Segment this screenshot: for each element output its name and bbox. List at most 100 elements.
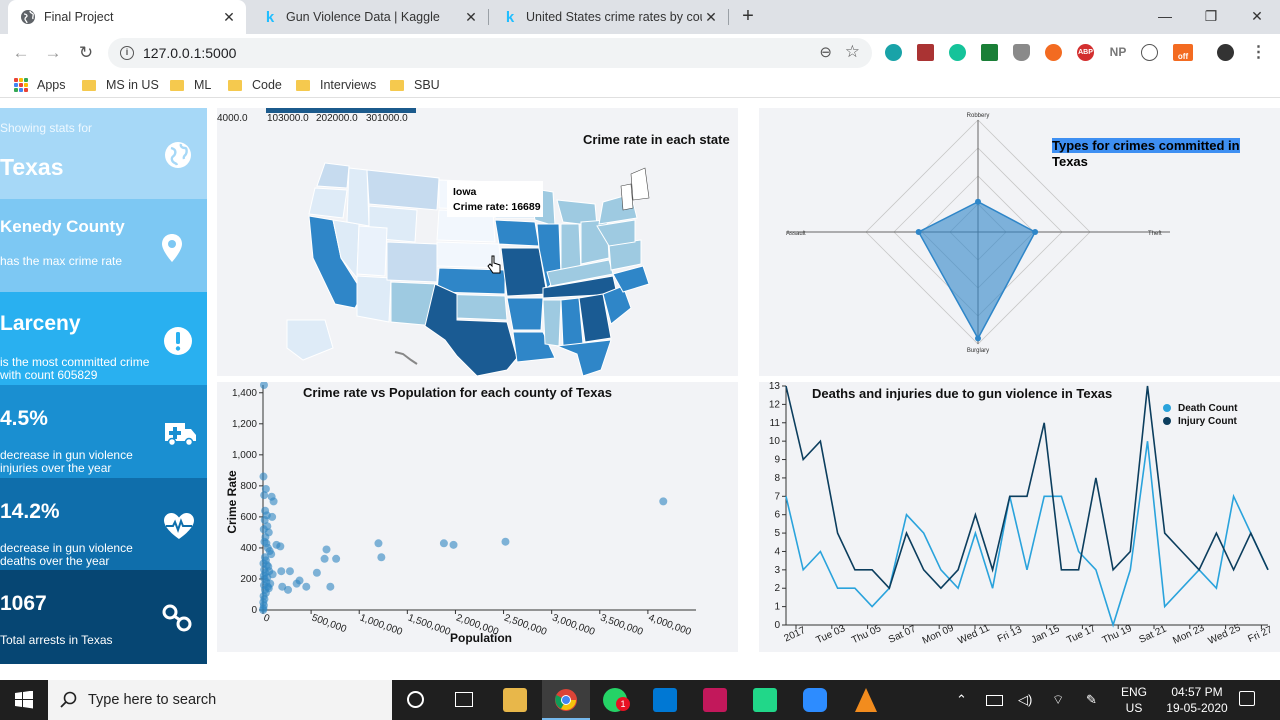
scatter-point — [259, 382, 268, 389]
volume-icon[interactable]: ◁) — [1018, 692, 1032, 708]
state-utah[interactable] — [356, 225, 388, 277]
map-panel: 4000.0 103000.0 202000.0 301000.0 Crime … — [217, 108, 738, 376]
x-tick-label: Fri 13 — [996, 624, 1024, 645]
whatsapp-icon[interactable]: 1 — [603, 688, 630, 712]
extension-pdf-icon[interactable] — [917, 44, 934, 61]
extension-np-icon[interactable]: NP — [1107, 44, 1129, 61]
scatter-chart: 0 500,000 1,000,000 1,500,000 2,000,000 2,500… — [225, 382, 696, 645]
file-explorer-icon[interactable] — [503, 688, 527, 712]
shield-icon[interactable] — [1013, 44, 1030, 61]
state-maine[interactable] — [630, 167, 650, 201]
us-map: 4000.0 103000.0 202000.0 301000.0 — [217, 108, 650, 376]
address-bar[interactable]: i 127.0.0.1:5000 ⊖ ☆ — [108, 38, 872, 68]
folder-icon — [228, 79, 242, 91]
tab-final-project[interactable]: Final Project ✕ — [8, 0, 246, 34]
windows-start-icon[interactable] — [15, 691, 33, 709]
radar-title: Types for crimes committed in Texas — [1052, 138, 1240, 170]
state-florida[interactable] — [556, 339, 612, 376]
stat-value: Texas — [0, 154, 64, 180]
bookmark-interviews[interactable]: Interviews — [296, 76, 376, 94]
bookmark-label: MS in US — [106, 78, 159, 92]
radar-axis-label: Theft — [1148, 231, 1162, 237]
adblock-icon[interactable]: ABP — [1077, 44, 1094, 61]
y-tick-label: 1 — [774, 602, 780, 613]
tab-kaggle-crime-rates[interactable]: k United States crime rates by cou ✕ — [490, 0, 728, 34]
extension-off-icon[interactable]: off — [1173, 44, 1193, 61]
scatter-point — [322, 545, 331, 554]
star-icon[interactable]: ☆ — [845, 42, 860, 62]
bookmark-ml[interactable]: ML — [170, 76, 211, 94]
vscode-icon[interactable] — [653, 688, 677, 712]
vlc-icon[interactable] — [855, 688, 877, 712]
forward-icon[interactable]: → — [42, 42, 64, 64]
state-iowa[interactable] — [494, 219, 540, 247]
y-tick-label: 600 — [240, 512, 257, 523]
state-arizona[interactable] — [356, 275, 392, 323]
close-icon[interactable]: ✕ — [702, 9, 720, 26]
state-new-england[interactable] — [620, 183, 634, 211]
chrome-taskbar-button[interactable] — [542, 680, 590, 720]
state-montana[interactable] — [366, 169, 440, 211]
bookmark-label: ML — [194, 78, 212, 92]
state-idaho[interactable] — [346, 167, 370, 227]
minimize-icon[interactable]: — — [1150, 4, 1180, 28]
state-arkansas[interactable] — [506, 297, 544, 331]
task-view-icon[interactable] — [455, 692, 473, 707]
back-icon[interactable]: ← — [10, 42, 32, 64]
state-alaska[interactable] — [286, 319, 334, 361]
state-washington[interactable] — [316, 162, 350, 189]
cortana-icon[interactable] — [407, 691, 424, 708]
zoom-app-icon[interactable] — [803, 688, 827, 712]
line-chart: 0123456789101112132017 Tue 03 Thu 05 Sat 07… — [769, 382, 1275, 647]
bookmark-code[interactable]: Code — [228, 76, 282, 94]
state-mississippi[interactable] — [542, 299, 562, 347]
legend-tick: 202000.0 — [316, 113, 358, 124]
state-colorado[interactable] — [386, 241, 438, 283]
extension-fire-icon[interactable] — [1045, 44, 1062, 61]
stat-card-arrests: 1067 Total arrests in Texas — [0, 570, 207, 664]
extension-m-icon[interactable] — [885, 44, 902, 61]
reload-icon[interactable]: ↻ — [75, 42, 97, 64]
language-indicator[interactable]: ENG US — [1121, 684, 1147, 716]
tooltip-value: Crime rate: 16689 — [453, 201, 541, 213]
extension-headset-icon[interactable] — [1141, 44, 1158, 61]
bookmark-sbu[interactable]: SBU — [390, 76, 440, 94]
bookmark-ms-in-us[interactable]: MS in US — [82, 76, 159, 94]
scatter-point — [439, 539, 448, 548]
battery-icon[interactable] — [986, 695, 1003, 706]
scatter-point — [501, 537, 510, 546]
notifications-icon[interactable] — [1239, 691, 1255, 706]
wifi-icon[interactable]: ⌔ — [1052, 692, 1064, 708]
chevron-up-icon[interactable]: ⌃ — [956, 692, 967, 708]
y-tick-label: 12 — [769, 399, 781, 410]
menu-dots-icon[interactable]: ⋮ — [1250, 44, 1267, 61]
y-axis-label: Crime Rate — [225, 470, 239, 534]
bookmark-label: SBU — [414, 78, 440, 92]
scatter-point — [268, 570, 277, 579]
pycharm-icon[interactable] — [753, 688, 777, 712]
avatar[interactable] — [1217, 44, 1234, 61]
intellij-icon[interactable] — [703, 688, 727, 712]
legend-tick: 103000.0 — [267, 113, 309, 124]
scatter-point — [449, 540, 458, 549]
taskbar-search-input[interactable]: Type here to search — [48, 680, 392, 720]
pen-icon[interactable]: ✎ — [1086, 692, 1097, 708]
restore-icon[interactable]: ❐ — [1196, 4, 1226, 28]
y-tick-label: 1,000 — [232, 450, 257, 461]
x-tick-label: 0 — [262, 612, 271, 624]
info-icon[interactable]: i — [120, 46, 134, 60]
apps-icon — [14, 78, 28, 92]
zoom-icon[interactable]: ⊖ — [819, 43, 832, 61]
new-tab-button[interactable]: + — [738, 6, 758, 26]
clock[interactable]: 04:57 PM 19-05-2020 — [1158, 684, 1236, 716]
close-icon[interactable]: ✕ — [220, 9, 238, 26]
close-icon[interactable]: ✕ — [462, 9, 480, 26]
tab-kaggle-gun-violence[interactable]: k Gun Violence Data | Kaggle ✕ — [250, 0, 488, 34]
extension-g-icon[interactable] — [981, 44, 998, 61]
state-hawaii[interactable] — [394, 351, 418, 365]
bookmark-apps[interactable]: Apps — [14, 76, 66, 94]
grammarly-icon[interactable] — [949, 44, 966, 61]
state-oregon[interactable] — [308, 187, 348, 219]
close-window-icon[interactable]: ✕ — [1242, 4, 1272, 28]
scatter-point — [320, 554, 329, 563]
